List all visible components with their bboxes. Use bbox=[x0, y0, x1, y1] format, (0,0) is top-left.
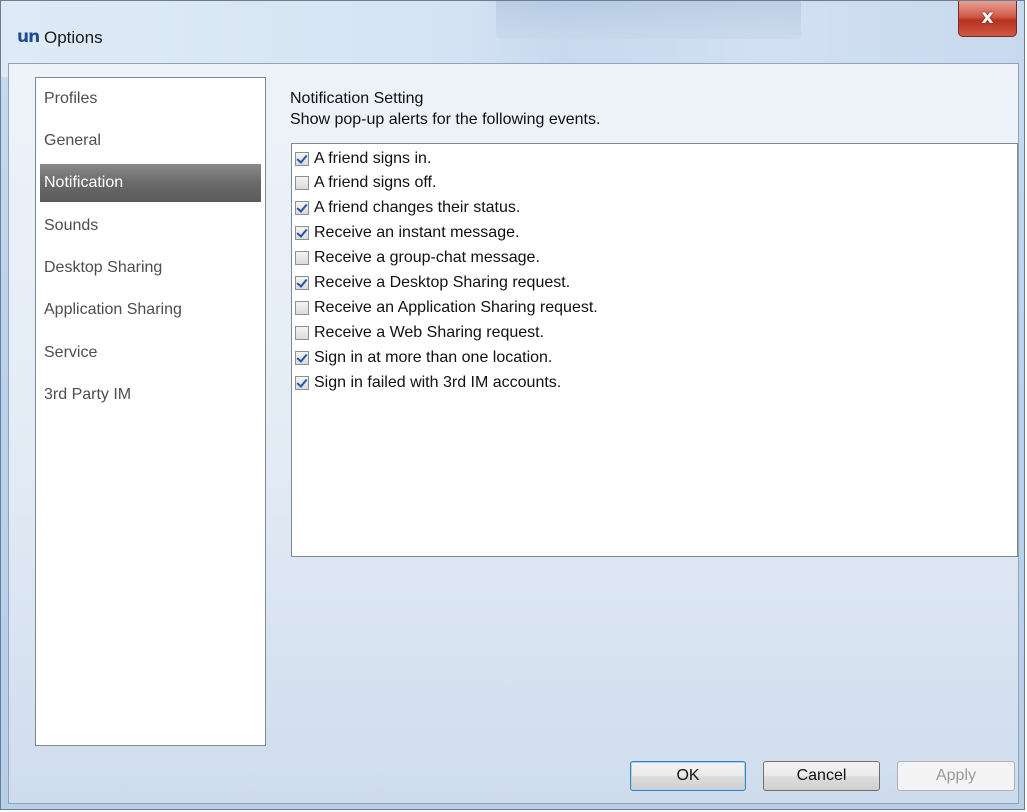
checkbox[interactable] bbox=[295, 152, 309, 166]
section-heading: Notification Setting bbox=[290, 90, 424, 107]
option-group-chat-message[interactable]: Receive a group-chat message. bbox=[295, 246, 540, 270]
apply-button[interactable]: Apply bbox=[897, 761, 1015, 791]
sidebar-item-3rd-party-im[interactable]: 3rd Party IM bbox=[40, 376, 261, 414]
option-label: Receive a group-chat message. bbox=[314, 249, 540, 266]
option-3rd-im-sign-in-failed[interactable]: Sign in failed with 3rd IM accounts. bbox=[295, 371, 561, 395]
checkbox[interactable] bbox=[295, 276, 309, 290]
option-label: Sign in failed with 3rd IM accounts. bbox=[314, 374, 562, 391]
option-multiple-locations[interactable]: Sign in at more than one location. bbox=[295, 346, 552, 370]
option-application-sharing-request[interactable]: Receive an Application Sharing request. bbox=[295, 296, 598, 320]
option-label: A friend changes their status. bbox=[314, 199, 521, 216]
option-label: Receive a Web Sharing request. bbox=[314, 324, 545, 341]
section-description: Show pop-up alerts for the following eve… bbox=[290, 111, 601, 128]
sidebar-item-desktop-sharing[interactable]: Desktop Sharing bbox=[40, 249, 261, 287]
dialog-client-area: Profiles General Notification Sounds Des… bbox=[8, 63, 1019, 804]
checkbox[interactable] bbox=[295, 351, 309, 365]
checkbox[interactable] bbox=[295, 201, 309, 215]
options-category-list: Profiles General Notification Sounds Des… bbox=[35, 77, 266, 746]
sidebar-item-sounds[interactable]: Sounds bbox=[40, 207, 261, 245]
option-label: Sign in at more than one location. bbox=[314, 349, 553, 366]
option-label: A friend signs in. bbox=[314, 150, 432, 167]
option-friend-signs-off[interactable]: A friend signs off. bbox=[295, 171, 436, 195]
options-window: un Options x Profiles General Notificati… bbox=[0, 0, 1025, 810]
window-title: Options bbox=[44, 28, 103, 47]
option-label: Receive an instant message. bbox=[314, 224, 520, 241]
sidebar-item-service[interactable]: Service bbox=[40, 334, 261, 372]
option-web-sharing-request[interactable]: Receive a Web Sharing request. bbox=[295, 321, 544, 345]
checkbox[interactable] bbox=[295, 226, 309, 240]
option-label: A friend signs off. bbox=[314, 174, 437, 191]
option-instant-message[interactable]: Receive an instant message. bbox=[295, 221, 519, 245]
cancel-button[interactable]: Cancel bbox=[763, 761, 880, 791]
checkbox[interactable] bbox=[295, 376, 309, 390]
checkbox[interactable] bbox=[295, 301, 309, 315]
option-desktop-sharing-request[interactable]: Receive a Desktop Sharing request. bbox=[295, 271, 570, 295]
sidebar-item-general[interactable]: General bbox=[40, 122, 261, 160]
option-label: Receive a Desktop Sharing request. bbox=[314, 274, 571, 291]
checkbox[interactable] bbox=[295, 176, 309, 190]
sidebar-item-notification[interactable]: Notification bbox=[40, 164, 261, 202]
app-logo-icon: un bbox=[17, 27, 40, 47]
option-friend-signs-in[interactable]: A friend signs in. bbox=[295, 147, 431, 171]
option-label: Receive an Application Sharing request. bbox=[314, 299, 598, 316]
ok-button[interactable]: OK bbox=[630, 761, 746, 791]
close-button[interactable]: x bbox=[958, 1, 1017, 37]
background-window-ghost bbox=[496, 1, 801, 39]
checkbox[interactable] bbox=[295, 326, 309, 340]
sidebar-item-application-sharing[interactable]: Application Sharing bbox=[40, 291, 261, 329]
sidebar-item-profiles[interactable]: Profiles bbox=[40, 80, 261, 118]
option-friend-changes-status[interactable]: A friend changes their status. bbox=[295, 196, 520, 220]
checkbox[interactable] bbox=[295, 251, 309, 265]
notification-options-list: A friend signs in. A friend signs off. A… bbox=[291, 143, 1018, 557]
